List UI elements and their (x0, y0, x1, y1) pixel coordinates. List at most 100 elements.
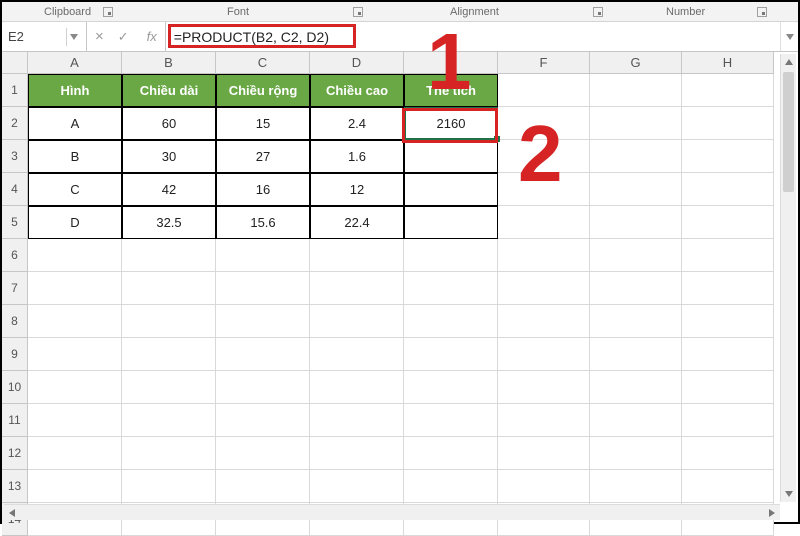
cell[interactable] (404, 404, 498, 437)
cell-selected[interactable]: 2160 (404, 107, 498, 140)
cell[interactable] (310, 404, 404, 437)
cell[interactable]: 1.6 (310, 140, 404, 173)
ribbon-group-clipboard[interactable]: Clipboard (44, 6, 91, 18)
cell[interactable] (216, 272, 310, 305)
cell[interactable] (310, 239, 404, 272)
cell[interactable] (404, 272, 498, 305)
cell[interactable] (682, 437, 774, 470)
dialog-launcher-icon[interactable] (103, 7, 113, 17)
table-header[interactable]: Hình (28, 74, 122, 107)
cell[interactable] (682, 371, 774, 404)
cell[interactable]: 15.6 (216, 206, 310, 239)
spreadsheet-grid[interactable]: A B C D E F G H 1 Hình Chiều dài Chiều r… (2, 52, 798, 536)
cell[interactable] (28, 371, 122, 404)
select-all-corner[interactable] (2, 52, 28, 74)
row-header[interactable]: 12 (2, 437, 28, 470)
cell[interactable] (682, 239, 774, 272)
horizontal-scrollbar[interactable] (4, 504, 780, 520)
cell[interactable]: C (28, 173, 122, 206)
cell[interactable] (310, 437, 404, 470)
vertical-scrollbar[interactable] (780, 54, 796, 502)
cell[interactable] (498, 338, 590, 371)
ribbon-group-number[interactable]: Number (666, 6, 705, 18)
cell[interactable]: 12 (310, 173, 404, 206)
cell[interactable] (498, 371, 590, 404)
scroll-left-icon[interactable] (4, 505, 20, 520)
cell[interactable] (216, 437, 310, 470)
cell[interactable] (122, 239, 216, 272)
cell[interactable]: 42 (122, 173, 216, 206)
row-header[interactable]: 1 (2, 74, 28, 107)
cell[interactable] (216, 371, 310, 404)
cell[interactable]: 32.5 (122, 206, 216, 239)
cell[interactable] (404, 437, 498, 470)
table-header[interactable]: Chiều cao (310, 74, 404, 107)
cell[interactable] (28, 338, 122, 371)
row-header[interactable]: 13 (2, 470, 28, 503)
ribbon-group-font[interactable]: Font (227, 6, 249, 18)
cell[interactable] (28, 272, 122, 305)
cell[interactable] (498, 272, 590, 305)
cell[interactable]: 15 (216, 107, 310, 140)
cell[interactable] (404, 140, 498, 173)
name-box[interactable]: E2 (2, 22, 87, 51)
cell[interactable] (310, 338, 404, 371)
table-header[interactable]: Chiều rộng (216, 74, 310, 107)
row-header[interactable]: 2 (2, 107, 28, 140)
cell[interactable] (28, 305, 122, 338)
cell[interactable] (682, 107, 774, 140)
cell[interactable] (498, 404, 590, 437)
cell[interactable] (310, 371, 404, 404)
cell[interactable] (590, 272, 682, 305)
row-header[interactable]: 4 (2, 173, 28, 206)
column-header[interactable]: A (28, 52, 122, 74)
cell[interactable] (216, 338, 310, 371)
row-header[interactable]: 6 (2, 239, 28, 272)
cell[interactable] (682, 470, 774, 503)
row-header[interactable]: 10 (2, 371, 28, 404)
column-header[interactable]: C (216, 52, 310, 74)
row-header[interactable]: 5 (2, 206, 28, 239)
cell[interactable] (404, 173, 498, 206)
cell[interactable] (590, 74, 682, 107)
row-header[interactable]: 11 (2, 404, 28, 437)
cell[interactable] (122, 470, 216, 503)
cell[interactable] (590, 470, 682, 503)
cell[interactable]: 60 (122, 107, 216, 140)
row-header[interactable]: 3 (2, 140, 28, 173)
cell[interactable] (28, 404, 122, 437)
cell[interactable] (216, 239, 310, 272)
cell[interactable]: 27 (216, 140, 310, 173)
cell[interactable] (682, 74, 774, 107)
cell[interactable] (498, 74, 590, 107)
cell[interactable] (590, 338, 682, 371)
cell[interactable] (682, 404, 774, 437)
column-header[interactable]: D (310, 52, 404, 74)
cell[interactable] (216, 404, 310, 437)
row-header[interactable]: 7 (2, 272, 28, 305)
scroll-up-icon[interactable] (781, 54, 796, 70)
cell[interactable] (404, 338, 498, 371)
cell[interactable] (498, 239, 590, 272)
cell[interactable] (216, 305, 310, 338)
cell[interactable] (682, 305, 774, 338)
cell[interactable] (590, 437, 682, 470)
cell[interactable] (122, 272, 216, 305)
cell[interactable] (122, 404, 216, 437)
cell[interactable]: 22.4 (310, 206, 404, 239)
cell[interactable] (590, 173, 682, 206)
cell[interactable] (28, 437, 122, 470)
cell[interactable] (590, 140, 682, 173)
cancel-icon[interactable]: × (95, 28, 104, 45)
cell[interactable] (122, 338, 216, 371)
dialog-launcher-icon[interactable] (757, 7, 767, 17)
column-header[interactable]: G (590, 52, 682, 74)
table-header[interactable]: Chiều dài (122, 74, 216, 107)
cell[interactable]: B (28, 140, 122, 173)
cell[interactable] (216, 470, 310, 503)
row-header[interactable]: 8 (2, 305, 28, 338)
cell[interactable] (498, 470, 590, 503)
cell[interactable] (498, 437, 590, 470)
cell[interactable] (498, 206, 590, 239)
column-header[interactable]: B (122, 52, 216, 74)
